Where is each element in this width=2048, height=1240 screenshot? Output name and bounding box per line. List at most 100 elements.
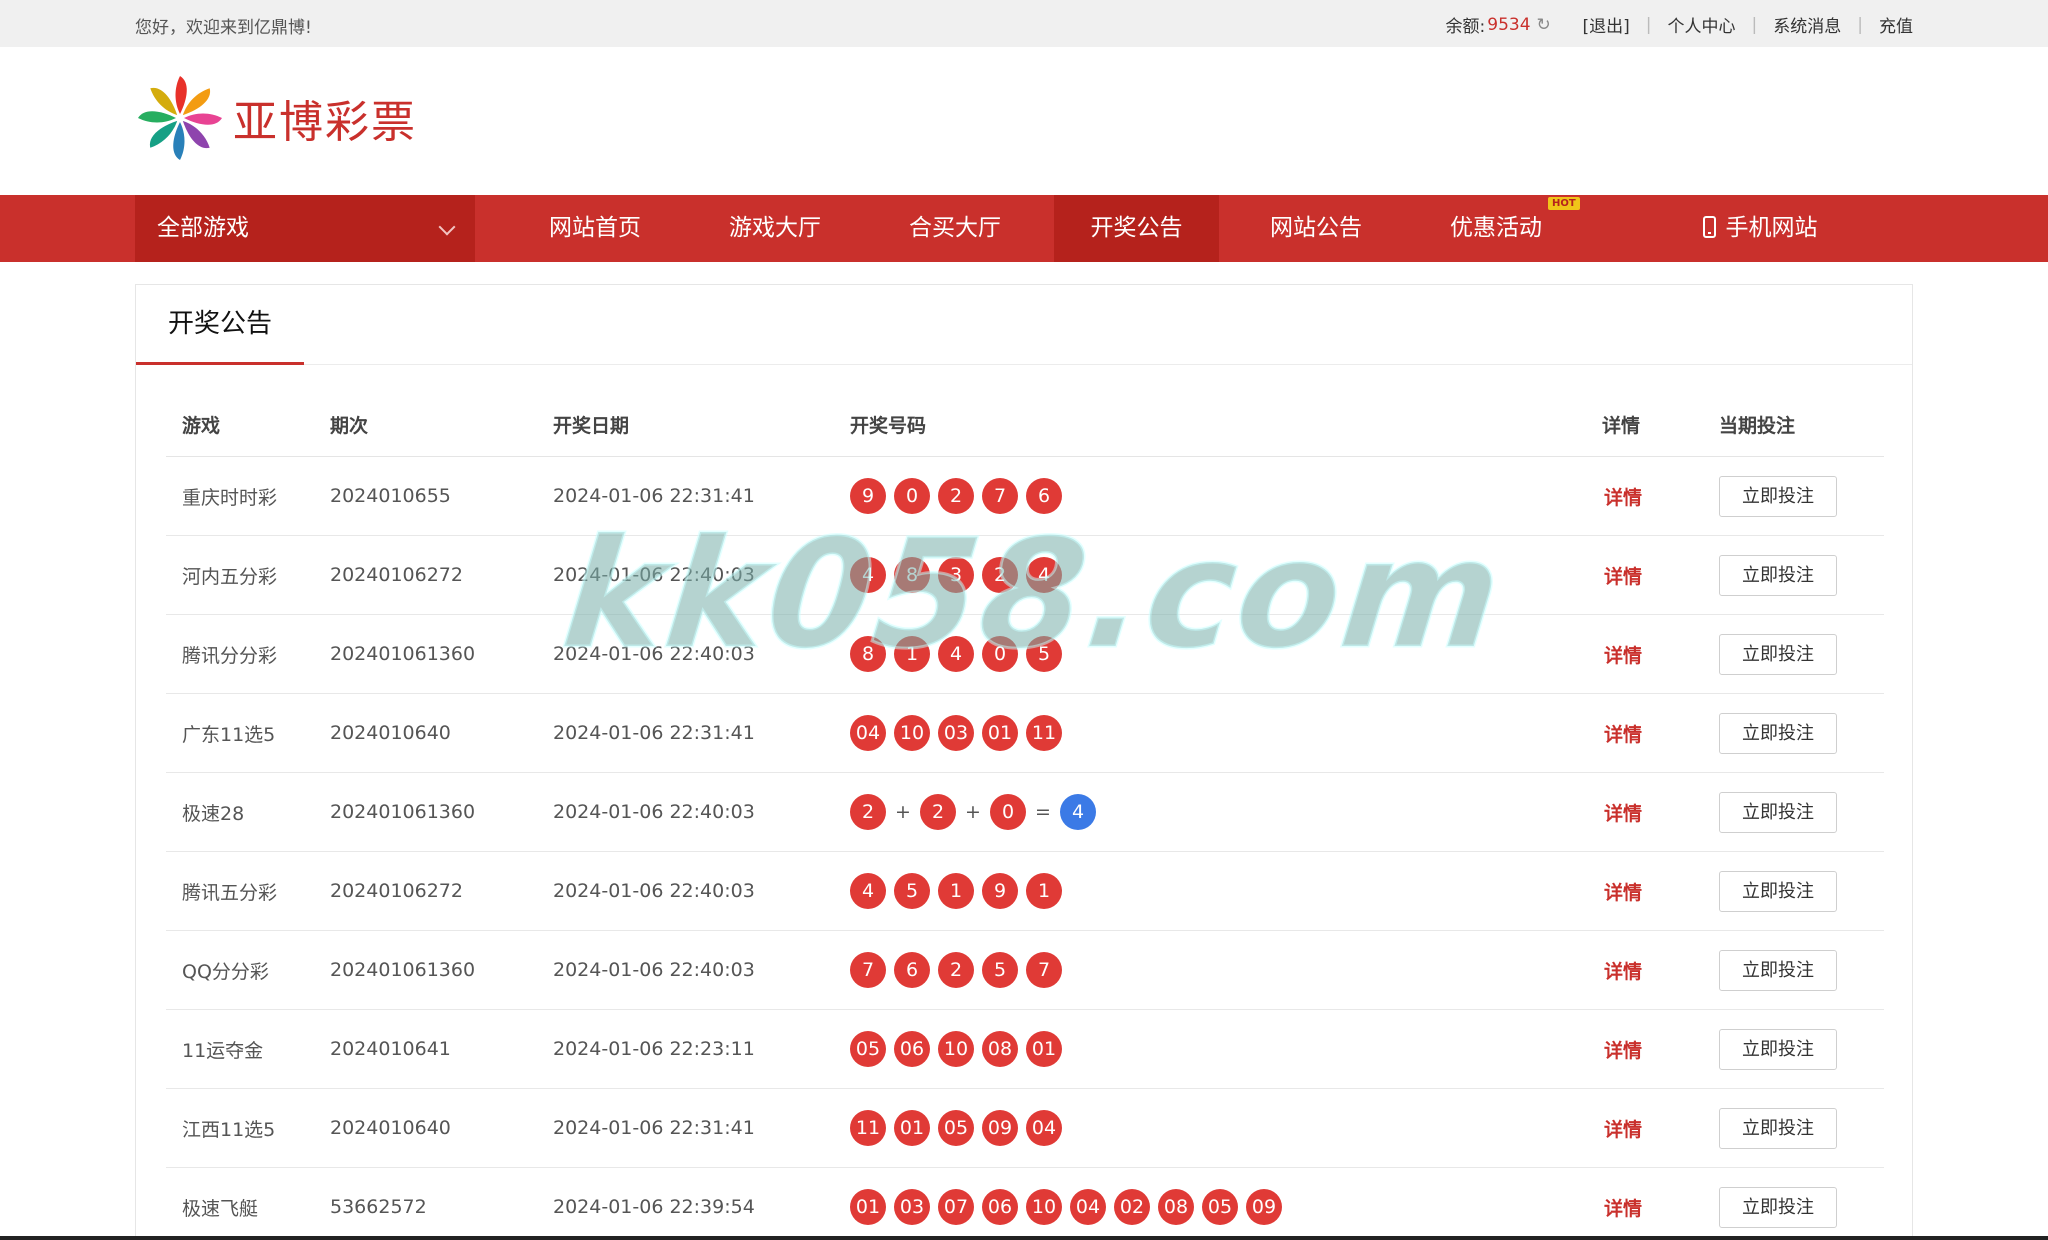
results-table: 游戏 期次 开奖日期 开奖号码 详情 当期投注 重庆时时彩 2024010655 2…	[166, 407, 1884, 1240]
detail-link[interactable]: 详情	[1604, 457, 1642, 535]
number-ball: 09	[982, 1110, 1018, 1146]
bet-now-button[interactable]: 立即投注	[1719, 791, 1837, 833]
table-header: 游戏 期次 开奖日期 开奖号码 详情 当期投注	[166, 407, 1884, 457]
number-ball: 8	[850, 636, 886, 672]
operator: +	[965, 801, 981, 823]
bet-now-button[interactable]: 立即投注	[1719, 870, 1837, 912]
nav-item-promotions[interactable]: 优惠活动	[1430, 195, 1562, 262]
number-ball: 2	[850, 794, 886, 830]
detail-link[interactable]: 详情	[1604, 852, 1642, 930]
number-ball: 2	[938, 952, 974, 988]
table-row: 极速28 202401061360 2024-01-06 22:40:03 2 +2 +0…	[166, 773, 1884, 852]
game-name: 广东11选5	[182, 723, 276, 746]
number-ball: 01	[894, 1110, 930, 1146]
recharge-link[interactable]: 充值	[1879, 12, 1913, 37]
nav-item-announcements[interactable]: 网站公告	[1250, 195, 1382, 262]
bet-cell: 立即投注	[1719, 694, 1837, 772]
nav-item-game-hall[interactable]: 游戏大厅	[709, 195, 841, 262]
main-nav: 全部游戏 网站首页 游戏大厅 合买大厅 开奖公告 网站公告 优惠活动 HOT 手…	[0, 195, 2048, 262]
number-ball: 08	[982, 1031, 1018, 1067]
draw-numbers: 81405	[850, 615, 1070, 693]
detail-link[interactable]: 详情	[1604, 536, 1642, 614]
draw-date: 2024-01-06 22:31:41	[553, 485, 755, 507]
number-ball: 7	[850, 952, 886, 988]
game-name: 极速28	[182, 802, 245, 825]
issue-number: 202401061360	[330, 801, 476, 823]
issue-number: 202401061360	[330, 643, 476, 665]
draw-numbers: 48324	[850, 536, 1070, 614]
number-ball: 03	[938, 715, 974, 751]
number-ball: 6	[894, 952, 930, 988]
number-ball: 01	[1026, 1031, 1062, 1067]
number-ball: 04	[1070, 1189, 1106, 1225]
detail-link[interactable]: 详情	[1604, 1168, 1642, 1240]
bet-now-button[interactable]: 立即投注	[1719, 633, 1837, 675]
bet-cell: 立即投注	[1719, 1089, 1837, 1167]
detail-link[interactable]: 详情	[1604, 773, 1642, 851]
bet-now-button[interactable]: 立即投注	[1719, 554, 1837, 596]
bet-cell: 立即投注	[1719, 1168, 1837, 1240]
issue-number: 202401061360	[330, 959, 476, 981]
detail-link[interactable]: 详情	[1604, 1089, 1642, 1167]
number-ball: 08	[1158, 1189, 1194, 1225]
pinwheel-logo-icon	[138, 76, 222, 160]
detail-link[interactable]: 详情	[1604, 694, 1642, 772]
number-ball: 06	[982, 1189, 1018, 1225]
detail-link[interactable]: 详情	[1604, 1010, 1642, 1088]
bet-now-button[interactable]: 立即投注	[1719, 949, 1837, 991]
table-row: 广东11选5 2024010640 2024-01-06 22:31:41 04 10 0…	[166, 694, 1884, 773]
number-ball: 4	[1026, 557, 1062, 593]
number-ball: 10	[1026, 1189, 1062, 1225]
issue-number: 20240106272	[330, 564, 463, 586]
number-ball: 03	[894, 1189, 930, 1225]
number-ball: 01	[982, 715, 1018, 751]
detail-link[interactable]: 详情	[1604, 931, 1642, 1009]
nav-item-draw-results[interactable]: 开奖公告	[1054, 195, 1219, 262]
issue-number: 53662572	[330, 1196, 427, 1218]
chevron-down-icon	[438, 218, 456, 236]
number-ball: 10	[938, 1031, 974, 1067]
nav-item-home[interactable]: 网站首页	[529, 195, 661, 262]
table-row: 11运夺金 2024010641 2024-01-06 22:23:11 05 06 10…	[166, 1010, 1884, 1089]
draw-numbers: 04 10 03 01 11	[850, 694, 1070, 772]
divider: |	[1645, 14, 1652, 35]
number-ball: 7	[982, 478, 1018, 514]
number-ball: 10	[894, 715, 930, 751]
nav-item-group-buy[interactable]: 合买大厅	[889, 195, 1021, 262]
bet-cell: 立即投注	[1719, 852, 1837, 930]
system-messages-link[interactable]: 系统消息	[1773, 12, 1841, 37]
user-center-link[interactable]: 个人中心	[1668, 12, 1736, 37]
site-logo[interactable]: 亚博彩票	[135, 72, 417, 164]
draw-date: 2024-01-06 22:40:03	[553, 801, 755, 823]
all-games-dropdown[interactable]: 全部游戏	[135, 195, 475, 262]
balance-value: 9534	[1487, 14, 1531, 35]
nav-item-mobile-site[interactable]: 手机网站	[1680, 195, 1840, 262]
bet-now-button[interactable]: 立即投注	[1719, 712, 1837, 754]
game-name: QQ分分彩	[182, 960, 269, 983]
detail-link[interactable]: 详情	[1604, 615, 1642, 693]
number-ball: 5	[1026, 636, 1062, 672]
draw-date: 2024-01-06 22:31:41	[553, 1117, 755, 1139]
window-bottom-edge	[0, 1236, 2048, 1240]
bet-now-button[interactable]: 立即投注	[1719, 1028, 1837, 1070]
bet-now-button[interactable]: 立即投注	[1719, 475, 1837, 517]
draw-numbers: 01 03 07 06 10 04 02 08 05 09	[850, 1168, 1290, 1240]
number-ball: 0	[990, 794, 1026, 830]
issue-number: 2024010641	[330, 1038, 451, 1060]
header-game: 游戏	[182, 415, 221, 437]
bet-now-button[interactable]: 立即投注	[1719, 1186, 1837, 1228]
table-row: QQ分分彩 202401061360 2024-01-06 22:40:03 7 6 2 5…	[166, 931, 1884, 1010]
draw-date: 2024-01-06 22:40:03	[553, 880, 755, 902]
bet-now-button[interactable]: 立即投注	[1719, 1107, 1837, 1149]
table-row: 极速飞艇 53662572 2024-01-06 22:39:54 01 03 07 06 1…	[166, 1168, 1884, 1240]
header-issue: 期次	[330, 415, 369, 437]
refresh-icon[interactable]: ↻	[1537, 16, 1553, 33]
number-ball: 04	[850, 715, 886, 751]
table-row: 腾讯五分彩 20240106272 2024-01-06 22:40:03 4 5 1 9 1…	[166, 852, 1884, 931]
header-numbers: 开奖号码	[850, 415, 927, 437]
draw-numbers: 11 01 05 09 04	[850, 1089, 1070, 1167]
number-ball: 5	[982, 952, 1018, 988]
logout-link[interactable]: [退出]	[1583, 12, 1630, 37]
number-ball: 5	[894, 873, 930, 909]
number-ball: 05	[938, 1110, 974, 1146]
